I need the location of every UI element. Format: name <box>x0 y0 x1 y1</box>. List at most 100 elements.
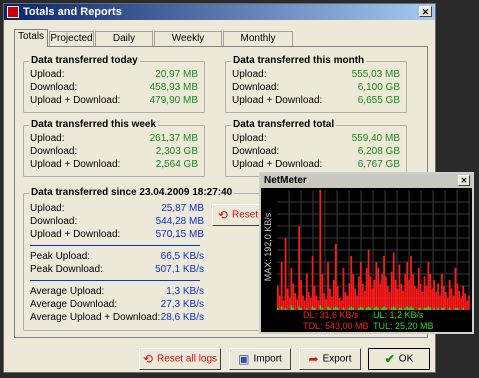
download-bar <box>425 286 428 310</box>
download-bar <box>298 226 300 310</box>
week-download-value: 2,303 GB <box>155 146 198 157</box>
download-bar <box>468 295 470 310</box>
close-icon[interactable]: ✕ <box>458 175 470 186</box>
group-since: Data transferred since 23.04.2009 18:27:… <box>23 187 271 331</box>
close-icon[interactable]: ✕ <box>419 6 432 17</box>
week-total-value: 2,564 GB <box>155 159 198 170</box>
download-bar <box>431 288 434 310</box>
netmeter-title-bar: NetMeter ✕ <box>261 174 472 188</box>
download-bar <box>462 286 465 310</box>
since-total-label: Upload + Download: <box>30 229 121 240</box>
ul-rate: UL: 1,2 KB/s <box>373 310 424 320</box>
download-bar <box>427 262 430 310</box>
download-bar <box>385 276 387 310</box>
month-upload-value: 555,03 MB <box>351 69 400 80</box>
download-bar <box>277 286 279 310</box>
download-bar <box>390 271 393 310</box>
avg-download-value: 27,3 KB/s <box>160 299 204 310</box>
import-label: Import <box>253 353 282 365</box>
download-bar <box>367 250 370 310</box>
week-total-label: Upload + Download: <box>30 159 121 170</box>
download-bar <box>392 252 395 310</box>
netmeter-stats: DL: 31,6 KB/s UL: 1,2 KB/s TDL: 543,00 M… <box>261 310 472 332</box>
tab-projected[interactable]: Projected <box>49 31 94 46</box>
group-total: Data transferred total Upload: 559,40 MB… <box>225 119 407 177</box>
download-bar <box>448 280 451 310</box>
month-download-label: Download: <box>232 82 280 93</box>
download-bar <box>331 296 333 310</box>
reset-all-logs-button[interactable]: ⟲ Reset all logs <box>139 348 221 370</box>
reset-icon: ⟲ <box>217 208 228 222</box>
week-download-label: Download: <box>30 146 78 157</box>
tab-weekly-reports[interactable]: Weekly Reports <box>154 31 222 58</box>
download-bar <box>429 274 432 310</box>
download-bar <box>444 292 447 310</box>
download-bar <box>305 274 308 310</box>
download-bar <box>452 295 455 310</box>
download-bar <box>369 276 372 310</box>
group-title: Data transferred this week <box>29 119 159 130</box>
tab-monthly-reports[interactable]: Monthly Reports <box>223 31 293 58</box>
today-download-label: Download: <box>30 82 78 93</box>
download-bar <box>309 298 312 310</box>
download-bar <box>350 256 353 310</box>
total-download-value: 6,208 GB <box>357 146 400 157</box>
download-bar <box>363 290 366 310</box>
download-bar <box>358 276 360 310</box>
download-bar <box>464 293 466 310</box>
download-bar <box>441 274 443 310</box>
tab-daily-reports[interactable]: Daily Reports <box>95 31 153 58</box>
divider <box>30 280 200 281</box>
download-bar <box>282 300 285 310</box>
download-bar <box>361 283 364 310</box>
week-upload-value: 261,37 MB <box>149 133 198 144</box>
reset-since-button[interactable]: ⟲ Reset <box>212 204 264 226</box>
avg-upload-value: 1,3 KB/s <box>166 286 204 297</box>
download-bar <box>406 262 409 310</box>
reset-icon: ⟲ <box>142 352 154 366</box>
group-title: Data transferred since 23.04.2009 18:27:… <box>29 187 235 198</box>
download-bar <box>344 292 347 310</box>
download-bar <box>359 262 362 310</box>
reset-since-label: Reset <box>231 209 259 221</box>
download-bar <box>284 238 287 310</box>
download-bar <box>439 295 441 310</box>
download-bar <box>450 288 453 310</box>
peak-upload-label: Peak Upload: <box>30 251 91 262</box>
download-bar <box>435 292 437 310</box>
tab-totals[interactable]: Totals <box>14 29 48 47</box>
today-total-value: 479,90 MB <box>149 95 198 106</box>
download-bar <box>300 280 302 310</box>
total-upload-label: Upload: <box>232 133 267 144</box>
ok-button[interactable]: ✔ OK <box>368 348 430 370</box>
ok-label: OK <box>398 353 414 365</box>
import-button[interactable]: ▣ Import <box>229 348 291 370</box>
since-upload-value: 25,87 MB <box>161 203 204 214</box>
download-bar <box>412 274 414 310</box>
download-bar <box>290 268 293 310</box>
peak-download-label: Peak Download: <box>30 264 103 275</box>
download-bar <box>421 292 424 310</box>
group-title: Data transferred this month <box>231 55 367 66</box>
download-bar <box>408 280 410 310</box>
download-bar <box>388 292 391 310</box>
download-bar <box>381 274 383 310</box>
week-upload-label: Upload: <box>30 133 65 144</box>
download-bar <box>323 293 326 310</box>
group-month: Data transferred this month Upload: 555,… <box>225 55 407 113</box>
reset-all-logs-label: Reset all logs <box>157 353 218 365</box>
avg-download-label: Average Download: <box>30 299 118 310</box>
download-bar <box>321 274 324 310</box>
download-bar <box>415 288 418 310</box>
month-download-value: 6,100 GB <box>357 82 400 93</box>
today-upload-label: Upload: <box>30 69 65 80</box>
download-bar <box>396 288 399 310</box>
download-bar <box>278 295 281 310</box>
download-bar <box>356 295 358 310</box>
export-label: Export <box>322 353 352 365</box>
export-icon: ➦ <box>308 352 319 366</box>
group-title: Data transferred total <box>231 119 337 130</box>
download-bar <box>304 300 306 310</box>
export-button[interactable]: ➦ Export <box>299 348 361 370</box>
download-bar <box>302 295 304 310</box>
